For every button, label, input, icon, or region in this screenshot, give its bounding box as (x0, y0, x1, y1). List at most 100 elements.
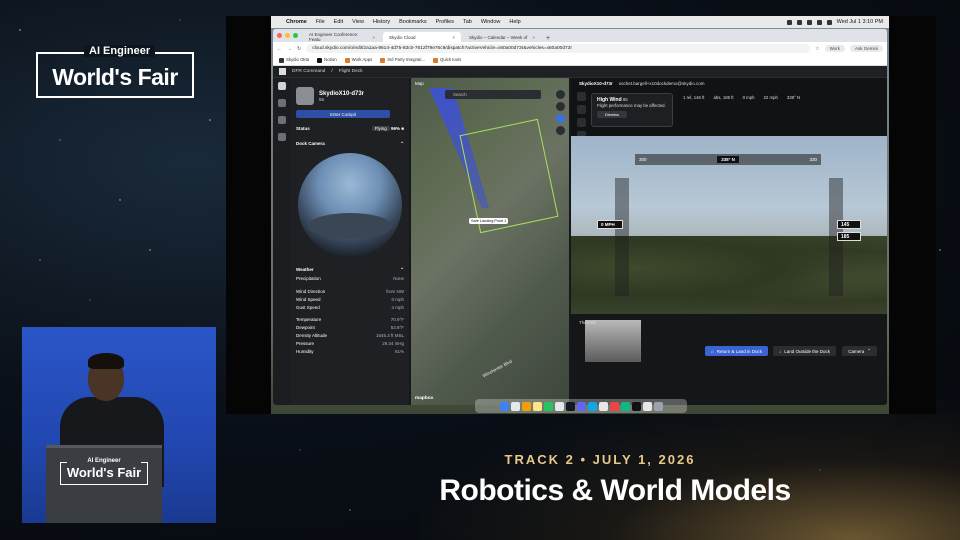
tool-icon[interactable] (577, 118, 586, 127)
slack-icon[interactable] (576, 401, 586, 411)
3d-toggle-icon[interactable] (556, 102, 565, 111)
terminal-icon[interactable] (631, 401, 641, 411)
menu-tab[interactable]: Tab (463, 19, 472, 25)
tab-skydio-cloud[interactable]: Skydio Cloud × (383, 32, 461, 42)
menu-file[interactable]: File (316, 19, 325, 25)
operator-email: sochet.bargell+x10dockdemo@skydio.com (618, 80, 705, 86)
menu-window[interactable]: Window (481, 19, 501, 25)
landing-point-label[interactable]: Safe Landing Point 1 (469, 218, 509, 224)
dock-camera-header[interactable]: Dock Camera ⌃ (296, 141, 404, 147)
notes-icon[interactable] (532, 401, 542, 411)
dismiss-button[interactable]: Dismiss (597, 111, 627, 118)
breadcrumb-dfr-command[interactable]: DFR Command (292, 69, 325, 74)
chrome-icon[interactable] (543, 401, 553, 411)
zoom-window-button[interactable] (293, 33, 298, 38)
status-icon[interactable] (806, 19, 812, 25)
bookmark-quick-tools[interactable]: Quick tools (433, 57, 461, 63)
close-panel-icon[interactable] (278, 82, 286, 90)
forward-icon[interactable]: → (287, 46, 292, 52)
app-icon[interactable] (598, 401, 608, 411)
return-land-dock-button[interactable]: ⌂ Return & Land in Dock (705, 346, 768, 356)
close-tab-icon[interactable]: × (372, 35, 375, 40)
status-icon[interactable] (786, 19, 792, 25)
profile-button[interactable]: Work (824, 45, 845, 52)
finder-icon[interactable] (499, 401, 509, 411)
app-icon[interactable] (554, 401, 564, 411)
speaker-camera-feed: AI Engineer World's Fair (22, 327, 216, 523)
layers-icon[interactable] (556, 90, 565, 99)
skydio-cloud-app: DFR Command / Flight Deck SkydioX10-d73r… (273, 66, 887, 405)
menu-profiles[interactable]: Profiles (436, 19, 454, 25)
telemetry-bar: 1 rel, 146 ft abs, 185 ft 0 mph 22 mph 3… (683, 95, 800, 100)
mac-dock (475, 399, 687, 413)
bookmark-3rd-party[interactable]: 3rd Party Integrati... (380, 57, 425, 63)
land-outside-dock-button[interactable]: ↓ Land Outside the Dock (773, 346, 837, 356)
wifi-icon[interactable] (816, 19, 822, 25)
tool-icon[interactable] (577, 105, 586, 114)
weather-row: Pressure 29.34 inHg (296, 341, 404, 346)
dock-camera-title: Dock Camera (296, 141, 325, 146)
camera-menu-label: Camera (848, 348, 865, 354)
tab-calendar[interactable]: Skydio – Calendar – Week of × (463, 32, 541, 42)
close-window-button[interactable] (277, 33, 282, 38)
app-icon[interactable] (521, 401, 531, 411)
ask-gemini-button[interactable]: Ask Gemini (849, 45, 883, 52)
search-icon[interactable] (826, 19, 832, 25)
close-tab-icon[interactable]: × (532, 35, 535, 40)
tool-icon[interactable] (577, 92, 586, 101)
satellite-map[interactable]: Map Search Safe Landing Point 1 Winchest… (411, 78, 569, 405)
menu-help[interactable]: Help (509, 19, 520, 25)
drone-video-feed[interactable]: 300 338° N 330 0 MPH 145 185 (571, 136, 887, 314)
menu-edit[interactable]: Edit (334, 19, 343, 25)
add-point-icon[interactable] (556, 114, 565, 123)
weather-value: 61% (394, 349, 404, 354)
bookmark-skydio-okta[interactable]: Skydio Okta (279, 57, 309, 63)
breadcrumb-flight-deck[interactable]: Flight Deck (339, 69, 363, 74)
menu-history[interactable]: History (373, 19, 390, 25)
thermal-thumbnail[interactable] (585, 320, 641, 362)
new-tab-button[interactable]: + (543, 35, 553, 42)
bookmark-icon[interactable] (278, 116, 286, 124)
back-icon[interactable]: ← (277, 46, 282, 52)
app-icon[interactable] (642, 401, 652, 411)
url-bar[interactable]: cloud.skydio.com/o/edit/2a1aa-8614-4d75-… (306, 44, 811, 53)
menu-app-name[interactable]: Chrome (286, 19, 307, 25)
app-icon[interactable] (565, 401, 575, 411)
notion-icon (317, 57, 323, 63)
camera-menu-button[interactable]: Camera ⌃ (842, 346, 877, 356)
weather-header[interactable]: Weather ⌃ (296, 267, 404, 273)
minimize-window-button[interactable] (285, 33, 290, 38)
tab-ai-engineer[interactable]: AI Engineer Conference: Featu × (303, 32, 381, 42)
menubar-clock[interactable]: Wed Jul 1 3:10 PM (837, 19, 883, 25)
mac-menubar: Chrome File Edit View History Bookmarks … (271, 16, 889, 28)
reload-icon[interactable]: ↻ (297, 46, 301, 52)
dock-camera-feed[interactable] (298, 153, 402, 257)
heading-tick-left: 300 (639, 157, 647, 162)
app-icon[interactable] (609, 401, 619, 411)
app-icon[interactable] (620, 401, 630, 411)
drone-icon[interactable] (278, 99, 286, 107)
star-icon[interactable]: ☆ (815, 46, 819, 52)
enter-cockpit-button[interactable]: Enter Cockpit (296, 110, 390, 118)
bookmark-notion[interactable]: Notion (317, 57, 337, 63)
weather-value: 4 mph (391, 305, 404, 310)
speed-tape (615, 178, 629, 296)
menu-view[interactable]: View (352, 19, 364, 25)
event-logo-small: AI Engineer (84, 45, 156, 57)
close-tab-icon[interactable]: × (452, 35, 455, 40)
skydio-logo[interactable] (279, 68, 286, 75)
chart-icon[interactable] (278, 133, 286, 141)
app-icon[interactable] (510, 401, 520, 411)
status-icon[interactable] (796, 19, 802, 25)
event-logo-big: World's Fair (52, 63, 178, 90)
drone-name: SkydioX10-d73r (319, 90, 365, 97)
mac-desktop: Chrome File Edit View History Bookmarks … (271, 16, 889, 414)
trash-icon[interactable] (653, 401, 663, 411)
compass-icon[interactable] (556, 126, 565, 135)
weather-key: Wind Speed (296, 297, 321, 302)
bookmark-work-apps[interactable]: Work Apps (344, 57, 372, 63)
menu-bookmarks[interactable]: Bookmarks (399, 19, 427, 25)
mapbox-logo: mapbox (415, 396, 434, 401)
map-search-input[interactable]: Search (445, 90, 541, 99)
app-icon[interactable] (587, 401, 597, 411)
